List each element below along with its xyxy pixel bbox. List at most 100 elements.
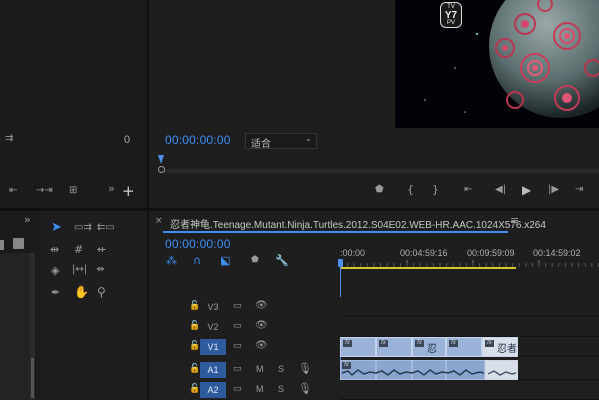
lock-icon[interactable]: 🔓 bbox=[189, 385, 200, 394]
timeline-ruler[interactable]: :00:00 00:04:59:16 00:09:59:09 00:14:59:… bbox=[340, 243, 599, 270]
track-select-icon[interactable]: ▭⇉ bbox=[74, 223, 92, 233]
step-in-icon[interactable]: →⇥ bbox=[36, 186, 53, 196]
new-item-icon[interactable] bbox=[13, 238, 24, 249]
clip-label: 忍者 bbox=[427, 344, 437, 355]
timeline-timecode[interactable]: 00:00:00:00 bbox=[165, 237, 231, 251]
fx-badge: fx bbox=[343, 340, 352, 347]
add-marker-icon[interactable]: ⬟ bbox=[251, 256, 259, 265]
active-tab-underline bbox=[163, 231, 508, 233]
pen-tool-icon[interactable]: ✒ bbox=[51, 287, 60, 298]
export-frame-icon[interactable]: ⊞ bbox=[69, 186, 77, 196]
eye-icon[interactable]: 👁 bbox=[255, 301, 268, 311]
track-name[interactable]: V1 bbox=[200, 339, 226, 355]
snap-icon[interactable]: ∩ bbox=[193, 255, 201, 266]
program-scrub-bar[interactable] bbox=[160, 169, 599, 173]
work-area-bar[interactable] bbox=[341, 267, 516, 269]
step-back-icon[interactable]: ⇤ bbox=[9, 186, 17, 196]
step-forward-frame-icon[interactable]: |▶ bbox=[548, 185, 559, 195]
track-name[interactable]: V2 bbox=[200, 319, 226, 335]
lock-icon[interactable]: 🔓 bbox=[189, 302, 200, 311]
fx-badge: fx bbox=[415, 340, 424, 347]
track-name[interactable]: V3 bbox=[200, 299, 226, 315]
go-to-in-icon[interactable]: ⇤ bbox=[464, 185, 472, 195]
track-name[interactable]: A1 bbox=[200, 362, 226, 378]
razor-tool-icon[interactable]: ◈ bbox=[51, 265, 59, 276]
project-scrollbar[interactable] bbox=[30, 253, 35, 400]
toggle-track-output-icon[interactable]: ▭ bbox=[233, 385, 242, 394]
audio-clips-a1: fx bbox=[340, 360, 518, 380]
go-to-out-icon[interactable]: ⇥ bbox=[575, 185, 583, 195]
video-clip[interactable]: fx bbox=[340, 337, 376, 357]
hand-tool-icon[interactable]: ✋ bbox=[74, 286, 89, 298]
nest-icon[interactable]: ⁂ bbox=[166, 255, 177, 266]
track-name[interactable]: A2 bbox=[200, 382, 226, 398]
program-timecode[interactable]: 00:00:00:00 bbox=[165, 133, 231, 147]
hamburger-icon[interactable]: ≡ bbox=[510, 215, 519, 226]
mute-button[interactable]: M bbox=[256, 364, 264, 374]
lock-icon[interactable]: 🔓 bbox=[189, 342, 200, 351]
zoom-tool-icon[interactable]: ⚲ bbox=[97, 286, 106, 298]
source-panel bbox=[0, 0, 148, 210]
close-icon[interactable]: × bbox=[155, 217, 163, 226]
track-select-back-icon[interactable]: ⇇▭ bbox=[97, 223, 115, 233]
solo-button[interactable]: S bbox=[278, 364, 284, 374]
track-lane[interactable] bbox=[340, 317, 599, 337]
track-lane[interactable] bbox=[340, 380, 599, 400]
slide-tool-icon[interactable]: ⇴ bbox=[96, 265, 104, 275]
toggle-sync-lock-icon[interactable]: ▭ bbox=[233, 342, 242, 351]
lock-icon[interactable]: 🔓 bbox=[189, 322, 200, 331]
video-clip[interactable]: fx bbox=[376, 337, 412, 357]
video-clips-v1: fx fx fx忍者 fx fx忍者 bbox=[340, 337, 518, 357]
marker-icon[interactable]: ⬟ bbox=[375, 185, 384, 195]
fit-dropdown[interactable]: 适合 ⌄ bbox=[245, 133, 317, 150]
selection-tool-icon[interactable]: ➤ bbox=[51, 221, 62, 234]
audio-waveform bbox=[340, 360, 518, 380]
play-icon[interactable]: ▶ bbox=[522, 184, 531, 196]
clip-label: 忍者 bbox=[497, 344, 517, 355]
track-row-a2: 🔓 A2 ▭ M S 🎙 bbox=[150, 380, 599, 400]
project-list-row bbox=[0, 253, 30, 400]
toggle-track-output-icon[interactable]: ▭ bbox=[233, 365, 242, 374]
more-panels-icon[interactable]: » bbox=[24, 214, 31, 225]
video-clip[interactable]: fx忍者 bbox=[482, 337, 518, 357]
fx-badge: fx bbox=[449, 340, 458, 347]
more-icon[interactable]: » bbox=[108, 183, 115, 194]
video-clip[interactable]: fx忍者 bbox=[412, 337, 446, 357]
lock-icon[interactable]: 🔓 bbox=[189, 365, 200, 374]
channel-logo: TV Y7 PV bbox=[440, 2, 462, 28]
track-lane[interactable] bbox=[340, 297, 599, 317]
add-icon[interactable]: + bbox=[122, 184, 135, 199]
mark-out-icon[interactable]: } bbox=[432, 184, 439, 195]
source-count: 0 bbox=[124, 134, 131, 146]
program-playhead[interactable] bbox=[158, 155, 164, 164]
wrench-icon[interactable]: 🔧 bbox=[275, 255, 289, 266]
mute-button[interactable]: M bbox=[256, 384, 264, 394]
timeline-tab[interactable]: × 忍者神龟.Teenage.Mutant.Ninja.Turtles.2012… bbox=[149, 211, 546, 233]
video-clip[interactable]: fx bbox=[446, 337, 482, 357]
video-frame: TV Y7 PV bbox=[395, 0, 599, 128]
solo-button[interactable]: S bbox=[278, 384, 284, 394]
video-preview-image bbox=[424, 0, 599, 118]
sequence-title: 忍者神龟.Teenage.Mutant.Ninja.Turtles.2012.S… bbox=[170, 220, 546, 231]
ripple-edit-icon[interactable]: ⇹ bbox=[50, 244, 59, 255]
track-row-v3: 🔓 V3 ▭ 👁 bbox=[150, 297, 599, 317]
eye-icon[interactable]: 👁 bbox=[255, 341, 268, 351]
eye-icon[interactable]: 👁 bbox=[255, 321, 268, 331]
step-back-frame-icon[interactable]: ◀| bbox=[495, 185, 506, 195]
new-bin-icon[interactable] bbox=[0, 240, 4, 250]
zoom-handle[interactable] bbox=[158, 166, 165, 173]
fit-dropdown-value: 适合 bbox=[251, 139, 271, 150]
tools-panel bbox=[42, 211, 147, 400]
toggle-sync-lock-icon[interactable]: ▭ bbox=[233, 322, 242, 331]
fx-badge: fx bbox=[485, 340, 494, 347]
forward-step-icon[interactable]: ⇉ bbox=[5, 134, 13, 144]
mark-in-icon[interactable]: { bbox=[407, 184, 414, 195]
fx-badge: fx bbox=[379, 340, 388, 347]
rate-stretch-icon[interactable]: ⇷ bbox=[97, 244, 106, 255]
slip-tool-icon[interactable]: |↔| bbox=[72, 265, 87, 275]
toggle-sync-lock-icon[interactable]: ▭ bbox=[233, 302, 242, 311]
microphone-icon[interactable]: 🎙 bbox=[298, 363, 312, 374]
microphone-icon[interactable]: 🎙 bbox=[298, 383, 312, 394]
linked-selection-icon[interactable]: ⬕ bbox=[220, 255, 230, 266]
rolling-edit-icon[interactable]: # bbox=[74, 244, 83, 255]
